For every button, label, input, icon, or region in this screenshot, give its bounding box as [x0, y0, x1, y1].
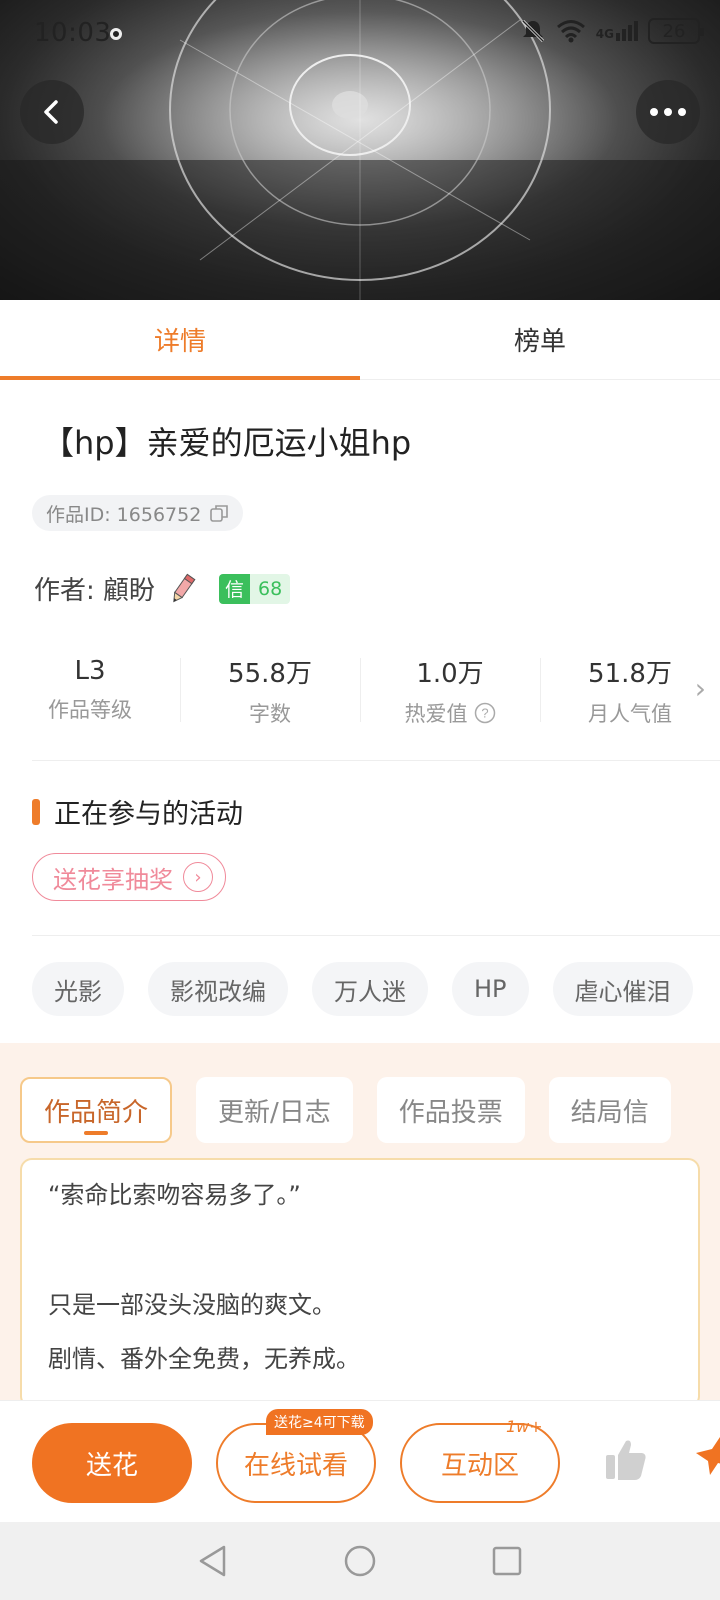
interaction-count-badge: 1w+ [506, 1417, 543, 1436]
stat-label: 月人气值 [588, 701, 672, 726]
section-accent-bar [32, 798, 40, 825]
chevron-right-circle-icon: › [183, 862, 213, 892]
synopsis-line: 剧情、番外全免费，无养成。 [48, 1345, 360, 1373]
status-bar: 10:03 4G 26 [0, 0, 720, 70]
wifi-icon [556, 20, 585, 43]
star-icon[interactable] [696, 1435, 720, 1483]
send-flower-button[interactable]: 送花 [32, 1423, 192, 1503]
stat-value: 55.8万 [228, 658, 312, 689]
notification-dot-icon [110, 28, 122, 40]
stat-love: 1.0万 热爱值 ? [360, 650, 540, 730]
credit-badge-label: 信 [219, 573, 251, 604]
work-id-label: 作品ID: 1656752 [46, 503, 202, 526]
more-dots-icon [650, 108, 686, 116]
synopsis-box: “索命比索吻容易多了。” 只是一部没头没脑的爽文。 剧情、番外全免费，无养成。 [20, 1158, 700, 1408]
activity-flower-lottery[interactable]: 送花享抽奖 › [32, 853, 226, 901]
mute-bell-icon [521, 19, 544, 43]
credit-badge: 信 68 [219, 573, 291, 604]
book-title: 【hp】亲爱的厄运小姐hp [42, 424, 412, 462]
tab-rankings[interactable]: 榜单 [360, 300, 720, 379]
stats-row[interactable]: L3 作品等级 55.8万 字数 1.0万 热爱值 ? 51.8万 月人气值 [0, 650, 720, 730]
back-button[interactable] [20, 80, 84, 144]
stat-label: 字数 [249, 701, 291, 726]
chevron-left-icon [44, 100, 58, 124]
stat-value: 1.0万 [416, 658, 484, 689]
tag-item[interactable]: HP [452, 962, 529, 1016]
synopsis-line: “索命比索吻容易多了。” [48, 1181, 301, 1209]
stat-label-text: 热爱值 [404, 701, 468, 726]
author-row[interactable]: 作者: 顧盼 信 68 [34, 570, 291, 607]
thumbs-up-icon[interactable] [604, 1437, 648, 1483]
author-name[interactable]: 作者: 顧盼 [34, 570, 155, 607]
divider [32, 760, 720, 761]
stat-value: L3 [74, 656, 106, 686]
tab-details[interactable]: 详情 [0, 300, 360, 380]
divider [32, 935, 720, 936]
activity-pill-label: 送花享抽奖 [53, 865, 173, 894]
subtab-votes[interactable]: 作品投票 [376, 1077, 525, 1143]
synopsis-line: 只是一部没头没脑的爽文。 [48, 1291, 336, 1319]
tag-list: 光影 影视改编 万人迷 HP 虐心催泪 [32, 962, 693, 1016]
tag-item[interactable]: 虐心催泪 [552, 962, 693, 1016]
subtab-ending[interactable]: 结局信 [548, 1077, 671, 1143]
help-icon[interactable]: ? [474, 702, 496, 724]
credit-badge-value: 68 [250, 573, 291, 604]
stat-monthly-popularity: 51.8万 月人气值 [540, 650, 720, 730]
work-id[interactable]: 作品ID: 1656752 [32, 495, 244, 531]
nav-home-icon[interactable] [343, 1544, 377, 1578]
activity-section-title: 正在参与的活动 [32, 792, 243, 831]
subtab-updates[interactable]: 更新/日志 [196, 1077, 353, 1143]
battery-icon: 26 [648, 18, 704, 44]
main-tabs: 详情 榜单 [0, 300, 720, 380]
svg-text:?: ? [481, 705, 488, 720]
stat-word-count: 55.8万 字数 [180, 650, 360, 730]
stat-label: 作品等级 [48, 698, 132, 722]
cell-signal-icon: 4G [596, 21, 638, 41]
status-icons: 4G 26 [520, 18, 704, 44]
cover-banner: 10:03 4G 26 [0, 0, 720, 300]
pencil-icon [173, 573, 196, 602]
more-button[interactable] [636, 80, 700, 144]
download-hint-badge: 送花≥4可下载 [266, 1409, 373, 1435]
content-subtabs: 作品简介 更新/日志 作品投票 结局信 [20, 1077, 700, 1143]
stat-label: 热爱值 ? [405, 698, 496, 728]
copy-icon[interactable] [209, 503, 229, 523]
bottom-action-bar: 送花 在线试看 送花≥4可下载 互动区 1w+ [0, 1400, 720, 1522]
battery-level: 26 [662, 20, 686, 42]
stat-level: L3 作品等级 [0, 650, 180, 730]
tag-item[interactable]: 影视改编 [148, 962, 288, 1016]
tag-item[interactable]: 光影 [32, 962, 124, 1016]
nav-back-icon[interactable] [196, 1544, 230, 1578]
stat-value: 51.8万 [588, 658, 672, 689]
status-time: 10:03 [34, 18, 112, 48]
chevron-right-icon[interactable]: › [695, 672, 706, 705]
activity-title-text: 正在参与的活动 [54, 799, 243, 830]
nav-recents-icon[interactable] [490, 1544, 524, 1578]
system-nav-bar [0, 1522, 720, 1600]
read-online-button[interactable]: 在线试看 [216, 1423, 376, 1503]
subtab-synopsis[interactable]: 作品简介 [20, 1077, 173, 1143]
tag-item[interactable]: 万人迷 [312, 962, 428, 1016]
